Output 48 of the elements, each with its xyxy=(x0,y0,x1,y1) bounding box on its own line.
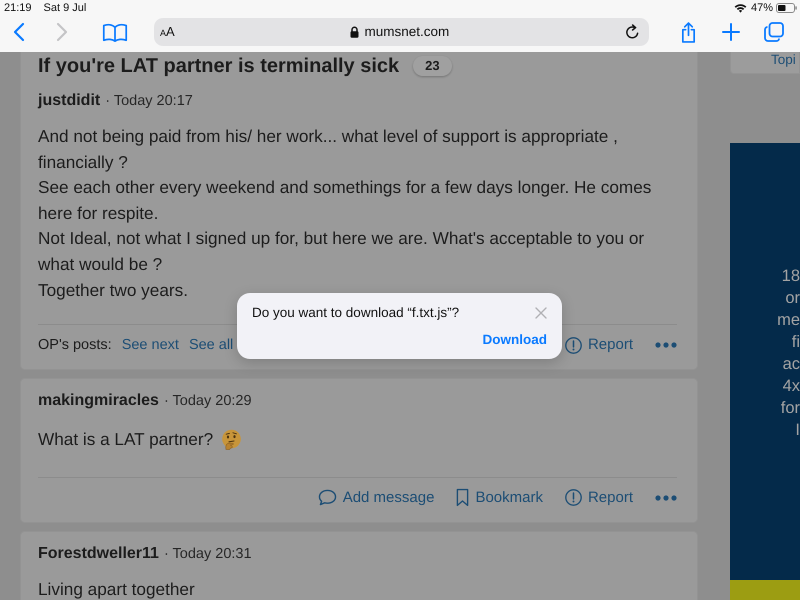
battery-percentage: 47% xyxy=(750,0,773,16)
speech-bubble-icon xyxy=(318,489,337,506)
plus-icon[interactable] xyxy=(722,23,740,41)
close-icon[interactable] xyxy=(535,306,547,318)
op-posts-label: OP's posts: xyxy=(38,336,112,356)
post-text: And not being paid from his/ her work... what level of support is appropriate , financially ? xyxy=(38,125,619,174)
reply-count-badge: 23 xyxy=(413,56,452,76)
bookmark-icon xyxy=(456,488,470,508)
report-link[interactable]: Report xyxy=(564,332,633,358)
address-text: mumsnet.com xyxy=(364,22,450,41)
post-text: Living apart together xyxy=(38,578,196,600)
book-icon[interactable] xyxy=(102,22,128,42)
wifi-icon xyxy=(734,3,747,13)
status-date: Sat 9 Jul xyxy=(44,0,86,16)
share-icon[interactable] xyxy=(680,20,697,44)
add-message-link[interactable]: Add message xyxy=(318,484,434,511)
back-icon[interactable] xyxy=(13,22,25,42)
status-time: 21:19 xyxy=(4,0,32,16)
post-time: · Today 20:17 xyxy=(105,92,193,111)
dialog-message: Do you want to download “f.txt.js”? xyxy=(252,304,460,321)
exclamation-circle-icon xyxy=(564,489,582,506)
report-link[interactable]: Report xyxy=(564,484,633,511)
author-name: makingmiracles xyxy=(38,391,159,412)
post-text: What is a LAT partner? xyxy=(38,428,214,452)
lock-icon xyxy=(350,26,360,38)
author-name: justdidit xyxy=(38,91,100,111)
post-text: See each other every weekend and somethings for a few days longer. He comes here for respite. xyxy=(38,176,652,225)
more-options-icon[interactable] xyxy=(655,494,677,501)
op-posts-link[interactable]: See all xyxy=(188,332,234,358)
post-text: Not Ideal, not what I signed up for, but here we are. What's acceptable to you or what would be ? xyxy=(38,227,646,276)
post-time: · Today 20:29 xyxy=(164,392,252,412)
advert-text: 18 or me fi ac 4x for I xyxy=(776,266,800,441)
thread-title: If you're LAT partner is terminally sick xyxy=(38,54,400,79)
download-button[interactable]: Download xyxy=(482,331,547,348)
reload-icon[interactable] xyxy=(625,24,640,40)
text-size-button[interactable]: AA xyxy=(160,24,175,40)
more-options-icon[interactable] xyxy=(655,342,677,348)
post-time: · Today 20:31 xyxy=(164,544,252,564)
battery-icon xyxy=(776,3,797,13)
bookmark-link[interactable]: Bookmark xyxy=(456,484,543,511)
op-posts-link[interactable]: See next xyxy=(122,332,179,358)
topic-link[interactable]: Topi xyxy=(730,52,800,74)
author-name: Forestdweller11 xyxy=(38,544,159,564)
address-bar[interactable]: AA mumsnet.com xyxy=(154,18,649,46)
post-text: Together two years. xyxy=(38,278,189,302)
tabs-icon[interactable] xyxy=(764,22,784,42)
advert-footer-bar xyxy=(730,580,800,600)
exclamation-circle-icon xyxy=(564,336,582,354)
